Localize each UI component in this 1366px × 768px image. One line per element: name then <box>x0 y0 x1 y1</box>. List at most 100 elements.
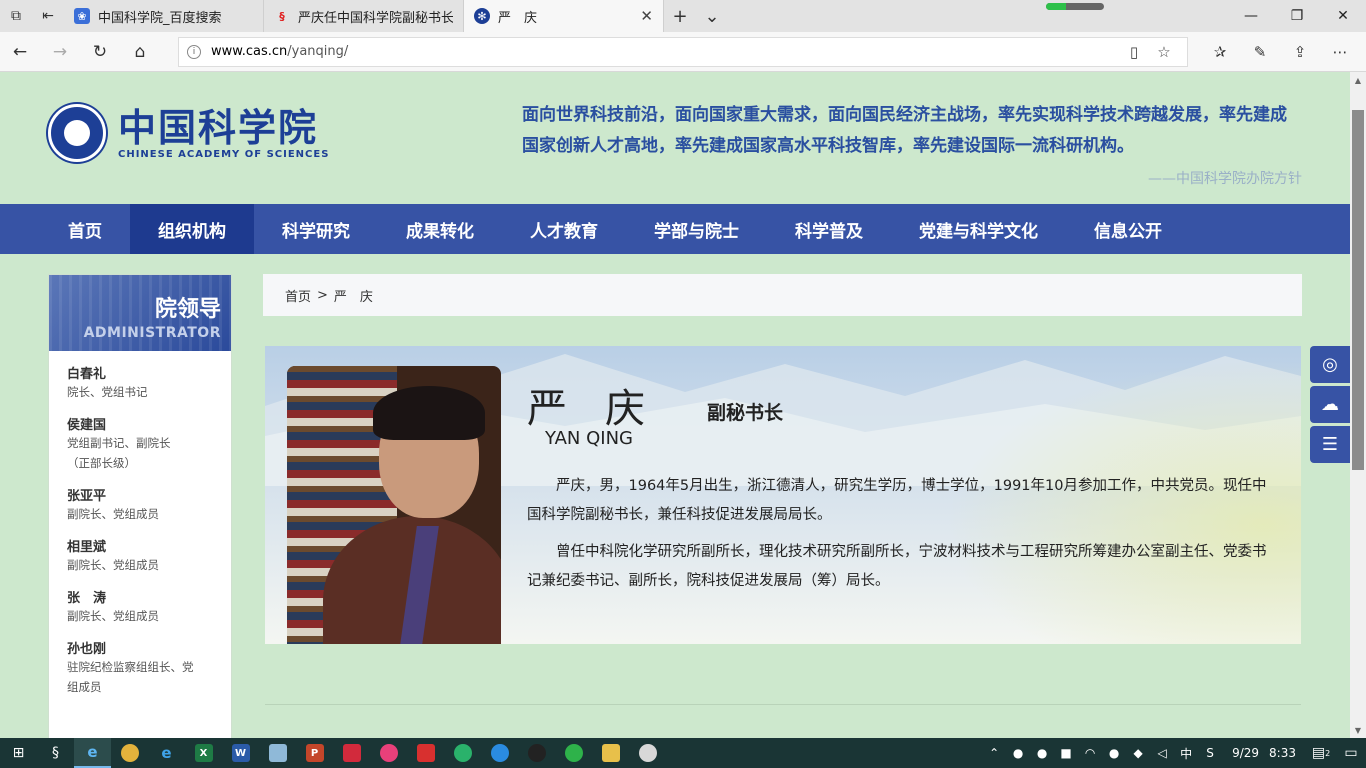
scroll-up-icon[interactable]: ▲ <box>1350 72 1366 88</box>
profile-card: 严庆 副秘书长 YAN QING 严庆，男，1964年5月出生，浙江德清人，研究… <box>265 346 1301 644</box>
favorites-hub-icon[interactable]: ✰ <box>1200 32 1240 72</box>
browser-toolbar: ← → ↻ ⌂ i www.cas.cn/yanqing/ ▯ ☆ ✰ ✎ ⇪ … <box>0 32 1366 72</box>
nav-item-disclosure[interactable]: 信息公开 <box>1066 204 1190 254</box>
scrollbar-thumb[interactable] <box>1352 110 1364 470</box>
sogou-icon[interactable]: S <box>1198 746 1222 760</box>
chrome-icon[interactable] <box>111 738 148 768</box>
browser-tab-baidu[interactable]: ❀ 中国科学院_百度搜索 <box>64 0 264 32</box>
breadcrumb-home-link[interactable]: 首页 <box>285 286 311 305</box>
close-tab-icon[interactable]: ✕ <box>640 7 653 25</box>
scroll-down-icon[interactable]: ▼ <box>1350 722 1366 738</box>
weibo-icon[interactable]: ◎ <box>1310 346 1350 383</box>
site-header: 中国科学院 CHINESE ACADEMY OF SCIENCES 面向世界科技… <box>0 72 1350 204</box>
refresh-button[interactable]: ↻ <box>80 32 120 72</box>
breadcrumb: 首页 > 严 庆 <box>263 274 1302 316</box>
reading-view-icon[interactable]: ▯ <box>1119 43 1149 61</box>
app-360-icon[interactable] <box>444 738 481 768</box>
mail-icon[interactable] <box>407 738 444 768</box>
file-explorer-icon[interactable] <box>592 738 629 768</box>
nav-item-organization[interactable]: 组织机构 <box>130 204 254 254</box>
nav-item-party-culture[interactable]: 党建与科学文化 <box>891 204 1066 254</box>
browser-tab-sohu[interactable]: § 严庆任中国科学院副秘书长 <box>264 0 464 32</box>
wifi-icon[interactable]: ◠ <box>1078 746 1102 760</box>
app-round-icon[interactable] <box>629 738 666 768</box>
notification-icon[interactable]: ▤ 2 <box>1306 745 1336 761</box>
divider <box>265 704 1301 705</box>
leader-item[interactable]: 张亚平 副院长、党组成员 <box>49 473 231 524</box>
powerpoint-icon[interactable]: P <box>296 738 333 768</box>
minimize-button[interactable]: — <box>1228 0 1274 32</box>
tab-preview-chevron-icon[interactable]: ⌄ <box>696 0 728 32</box>
close-window-button[interactable]: ✕ <box>1320 0 1366 32</box>
favorite-star-icon[interactable]: ☆ <box>1149 43 1179 61</box>
word-icon[interactable]: W <box>222 738 259 768</box>
loading-progress-bar <box>1046 3 1104 10</box>
app-red-icon[interactable] <box>333 738 370 768</box>
ie-icon[interactable]: e <box>148 738 185 768</box>
address-bar[interactable]: i www.cas.cn/yanqing/ ▯ ☆ <box>178 36 1188 67</box>
tray-expand-icon[interactable]: ⌃ <box>982 746 1006 760</box>
message-icon[interactable]: ☰ <box>1310 426 1350 463</box>
leader-item[interactable]: 相里斌 副院长、党组成员 <box>49 524 231 575</box>
wechat-tray-icon[interactable]: ● <box>1030 746 1054 760</box>
windows-taskbar: ⊞ § e e X W P ⌃ ● ● ■ ◠ ● ◆ ◁ 中 S 9/29 8… <box>0 738 1366 768</box>
ime-indicator[interactable]: 中 <box>1174 745 1198 762</box>
sidebar-header: 院领导 ADMINISTRATOR <box>49 275 231 351</box>
pen-annotate-icon[interactable]: ✎ <box>1240 32 1280 72</box>
logo-english: CHINESE ACADEMY OF SCIENCES <box>118 148 330 160</box>
share-float-panel: ◎ ☁ ☰ <box>1310 346 1350 466</box>
cas-icon: ✻ <box>474 8 490 24</box>
qq-icon[interactable] <box>518 738 555 768</box>
store-icon[interactable]: § <box>37 738 74 768</box>
mail-tray-icon[interactable]: ■ <box>1054 746 1078 760</box>
tab-actions-icon[interactable]: ⧉ <box>0 0 32 32</box>
bio-paragraph: 曾任中科院化学研究所副所长，理化技术研究所副所长，宁波材料技术与工程研究所筹建办… <box>527 544 1267 589</box>
motto-text: 面向世界科技前沿，面向国家重大需求，面向国民经济主战场，率先实现科学技术跨越发展… <box>522 105 1287 156</box>
excel-icon[interactable]: X <box>185 738 222 768</box>
sidebar-title: 院领导 <box>154 297 221 322</box>
wechat-taskbar-icon[interactable] <box>555 738 592 768</box>
nav-item-academicians[interactable]: 学部与院士 <box>626 204 767 254</box>
nav-item-research[interactable]: 科学研究 <box>254 204 378 254</box>
app-blue-icon[interactable] <box>481 738 518 768</box>
shield-icon[interactable]: ◆ <box>1126 746 1150 760</box>
browser-tab-yanqing[interactable]: ✻ 严 庆 ✕ <box>464 0 664 32</box>
forward-button[interactable]: → <box>40 32 80 72</box>
clock[interactable]: 9/29 8:33 <box>1222 746 1306 760</box>
breadcrumb-separator: > <box>317 287 328 303</box>
info-icon[interactable]: i <box>187 44 201 59</box>
notepad-icon[interactable] <box>259 738 296 768</box>
cas-logo[interactable]: 中国科学院 CHINESE ACADEMY OF SCIENCES <box>48 104 329 162</box>
qq-tray-icon[interactable]: ● <box>1006 746 1030 760</box>
nav-item-home[interactable]: 首页 <box>40 204 130 254</box>
leader-item[interactable]: 侯建国 党组副书记、副院长（正部长级） <box>49 402 231 473</box>
portrait-photo <box>287 366 501 644</box>
share-icon[interactable]: ⇪ <box>1280 32 1320 72</box>
leader-item[interactable]: 张 涛 副院长、党组成员 <box>49 575 231 626</box>
bio-paragraph: 严庆，男，1964年5月出生，浙江德清人，研究生学历，博士学位，1991年10月… <box>527 478 1267 523</box>
volume-icon[interactable]: ◁ <box>1150 746 1174 760</box>
page-scrollbar[interactable]: ▲ ▼ <box>1350 72 1366 738</box>
url-text[interactable]: www.cas.cn/yanqing/ <box>211 44 1119 59</box>
nav-item-education[interactable]: 人才教育 <box>502 204 626 254</box>
more-menu-icon[interactable]: ⋯ <box>1320 32 1360 72</box>
action-center-icon[interactable]: ▭ <box>1336 745 1366 761</box>
leader-item[interactable]: 孙也刚 驻院纪检监察组组长、党组成员 <box>49 626 231 697</box>
app-tray-icon[interactable]: ● <box>1102 746 1126 760</box>
nav-item-transfer[interactable]: 成果转化 <box>378 204 502 254</box>
edge-icon[interactable]: e <box>74 738 111 768</box>
maximize-button[interactable]: ❐ <box>1274 0 1320 32</box>
home-button[interactable]: ⌂ <box>120 32 160 72</box>
set-aside-tabs-icon[interactable]: ⇤ <box>32 0 64 32</box>
motto-source: ——中国科学院办院方针 <box>1148 171 1302 187</box>
nav-item-popular-science[interactable]: 科学普及 <box>767 204 891 254</box>
leader-item[interactable]: 白春礼 院长、党组书记 <box>49 351 231 402</box>
person-name: 严庆 <box>527 386 683 432</box>
new-tab-button[interactable]: + <box>664 0 696 32</box>
app-pink-icon[interactable] <box>370 738 407 768</box>
logo-chinese: 中国科学院 <box>118 104 319 150</box>
back-button[interactable]: ← <box>0 32 40 72</box>
windows-start-icon[interactable]: ⊞ <box>0 738 37 768</box>
wechat-icon[interactable]: ☁ <box>1310 386 1350 423</box>
paw-icon: ❀ <box>74 8 90 24</box>
